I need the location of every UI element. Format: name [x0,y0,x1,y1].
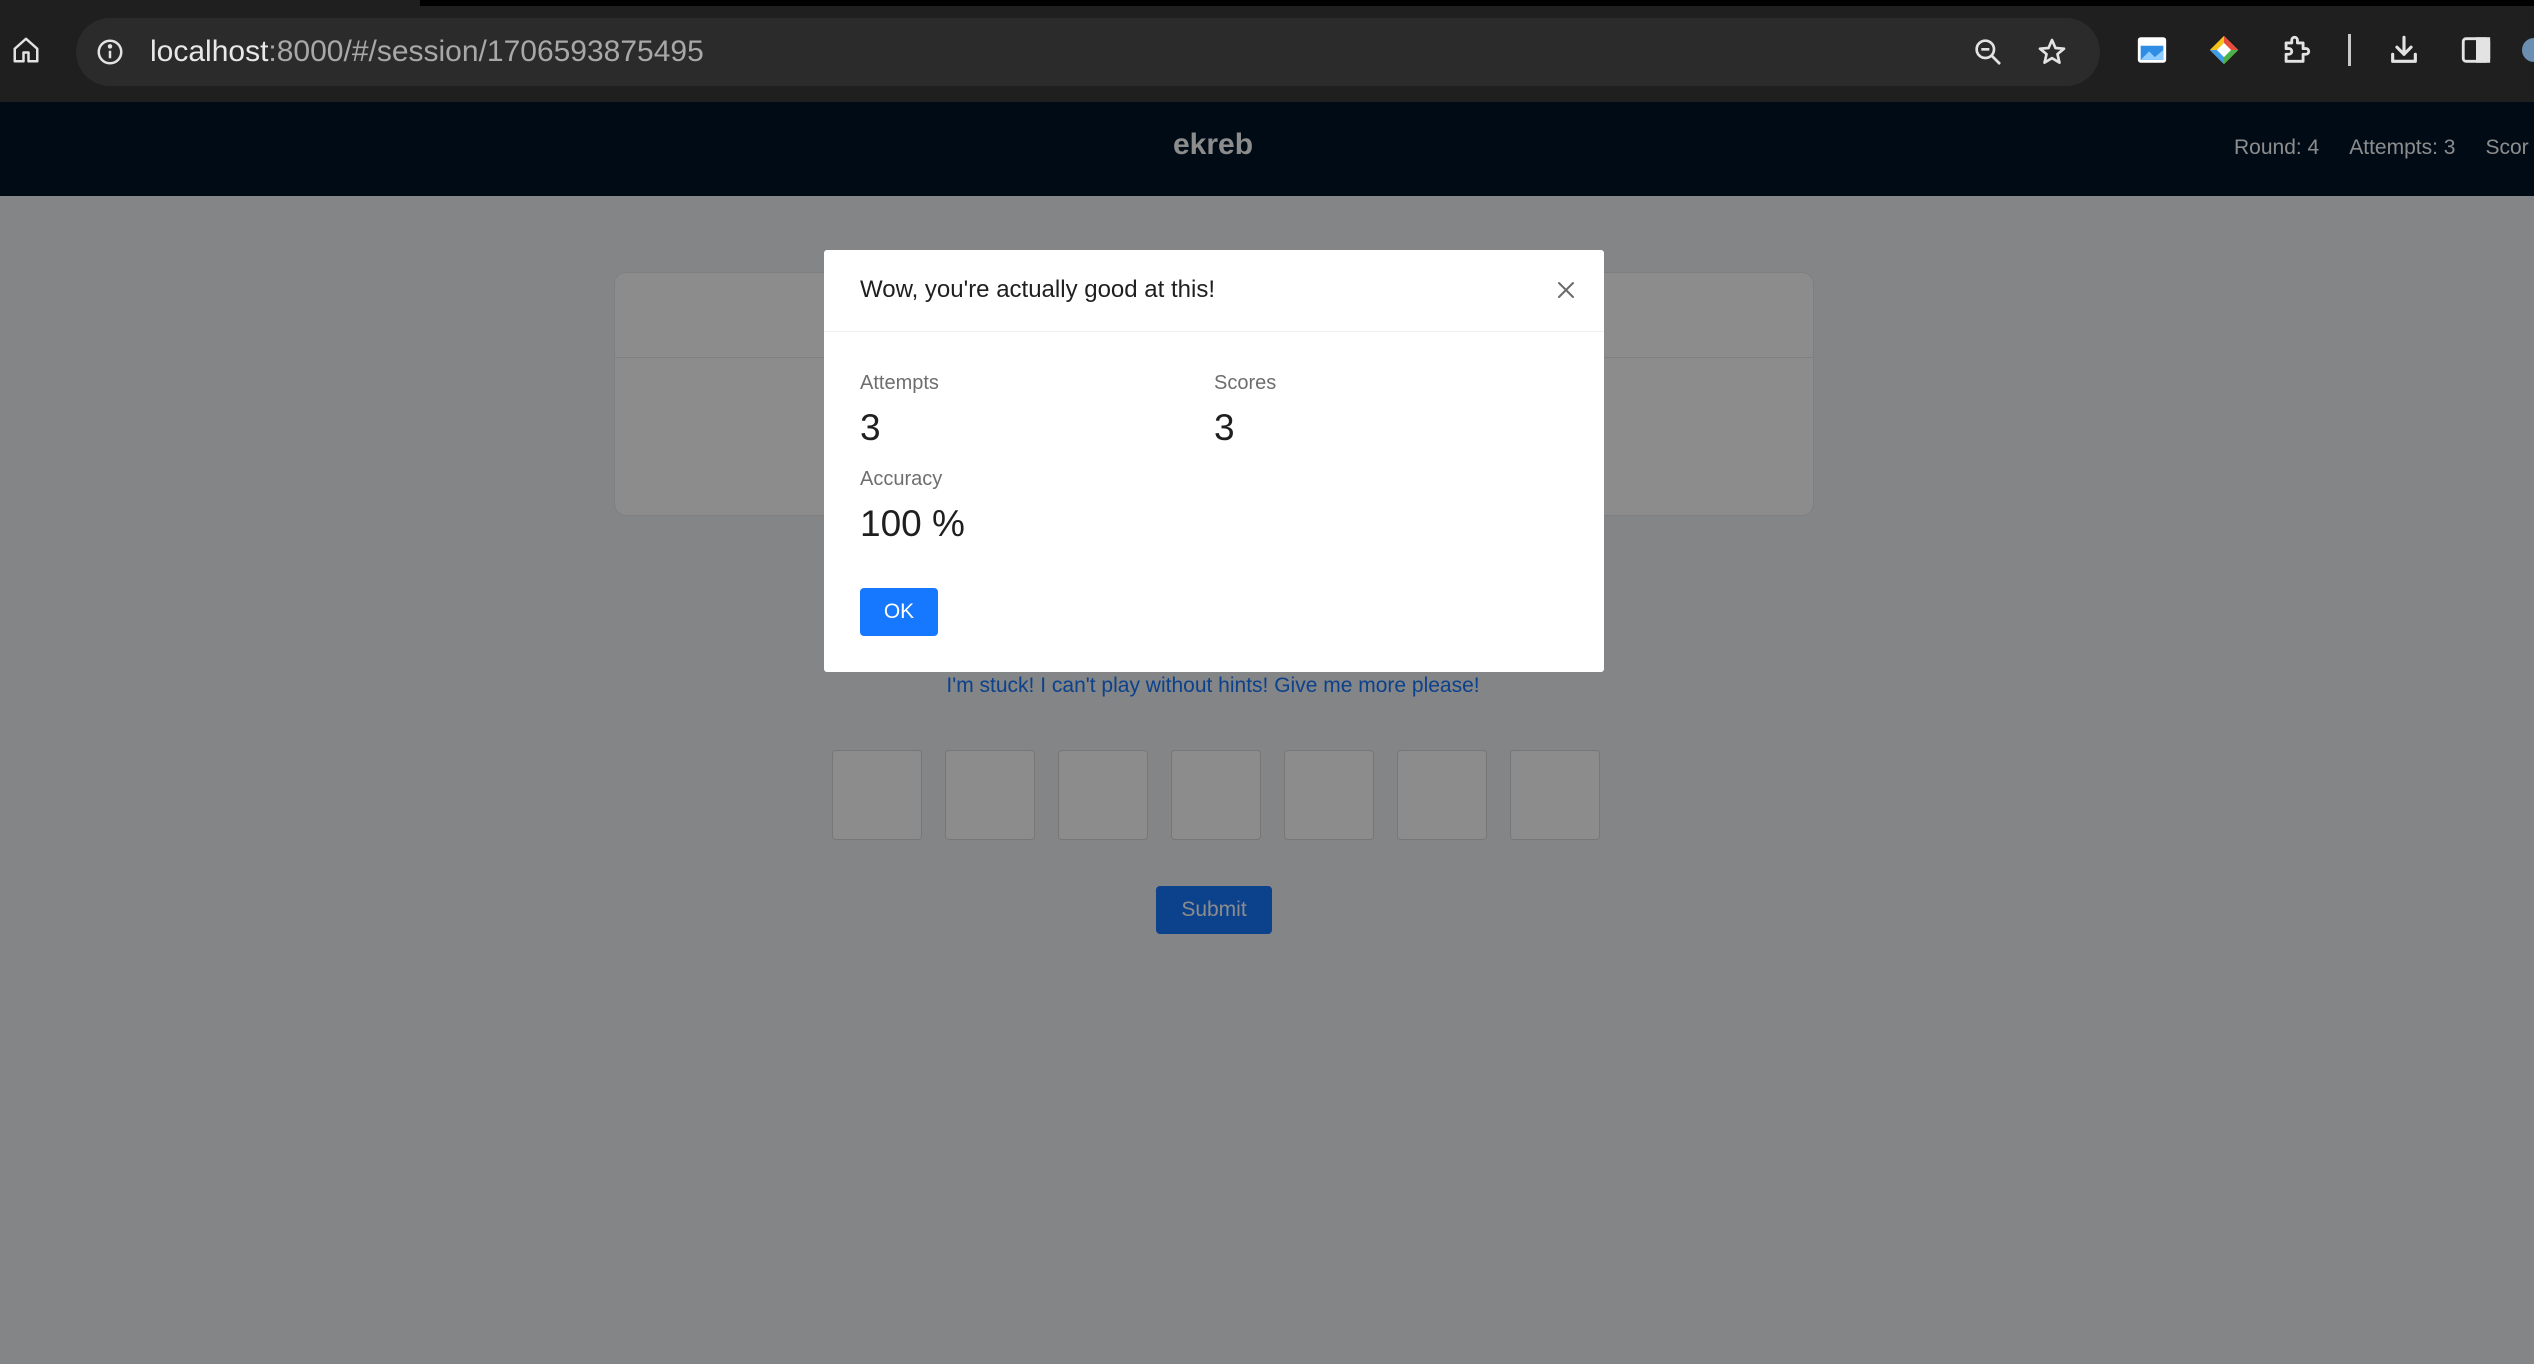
site-info-icon[interactable] [94,36,126,68]
zoom-icon[interactable] [1970,34,2006,70]
scores-statistic: Scores 3 [1214,372,1276,449]
ok-button[interactable]: OK [860,588,938,636]
accuracy-value: 100 % [860,503,965,544]
puzzle-icon[interactable] [2278,32,2314,68]
address-bar[interactable]: localhost:8000/#/session/1706593875495 [76,18,2100,86]
accuracy-label: Accuracy [860,468,943,490]
url-path: :8000/#/session/1706593875495 [268,35,704,68]
browser-toolbar: localhost:8000/#/session/1706593875495 [0,0,2534,100]
url-text[interactable]: localhost:8000/#/session/1706593875495 [150,34,704,70]
bookmark-star-icon[interactable] [2034,34,2070,70]
profile-avatar[interactable] [2522,38,2534,62]
results-modal: Wow, you're actually good at this! Attem… [824,250,1604,672]
scores-label: Scores [1214,372,1277,394]
extension-diamond-icon[interactable] [2206,32,2242,68]
tab-strip-edge [420,0,2534,6]
extension-tile-icon[interactable] [2134,32,2170,68]
url-host: localhost [150,35,269,68]
modal-header: Wow, you're actually good at this! [824,250,1604,332]
accuracy-statistic: Accuracy 100 % [860,468,965,545]
attempts-statistic: Attempts 3 [860,372,939,449]
attempts-label: Attempts [860,372,939,394]
scores-value: 3 [1214,407,1235,448]
toolbar-separator [2348,34,2351,66]
close-icon[interactable] [1550,274,1582,306]
home-icon[interactable] [6,30,46,70]
side-panel-icon[interactable] [2458,32,2494,68]
attempts-value: 3 [860,407,881,448]
modal-title: Wow, you're actually good at this! [860,276,1215,303]
download-icon[interactable] [2386,32,2422,68]
